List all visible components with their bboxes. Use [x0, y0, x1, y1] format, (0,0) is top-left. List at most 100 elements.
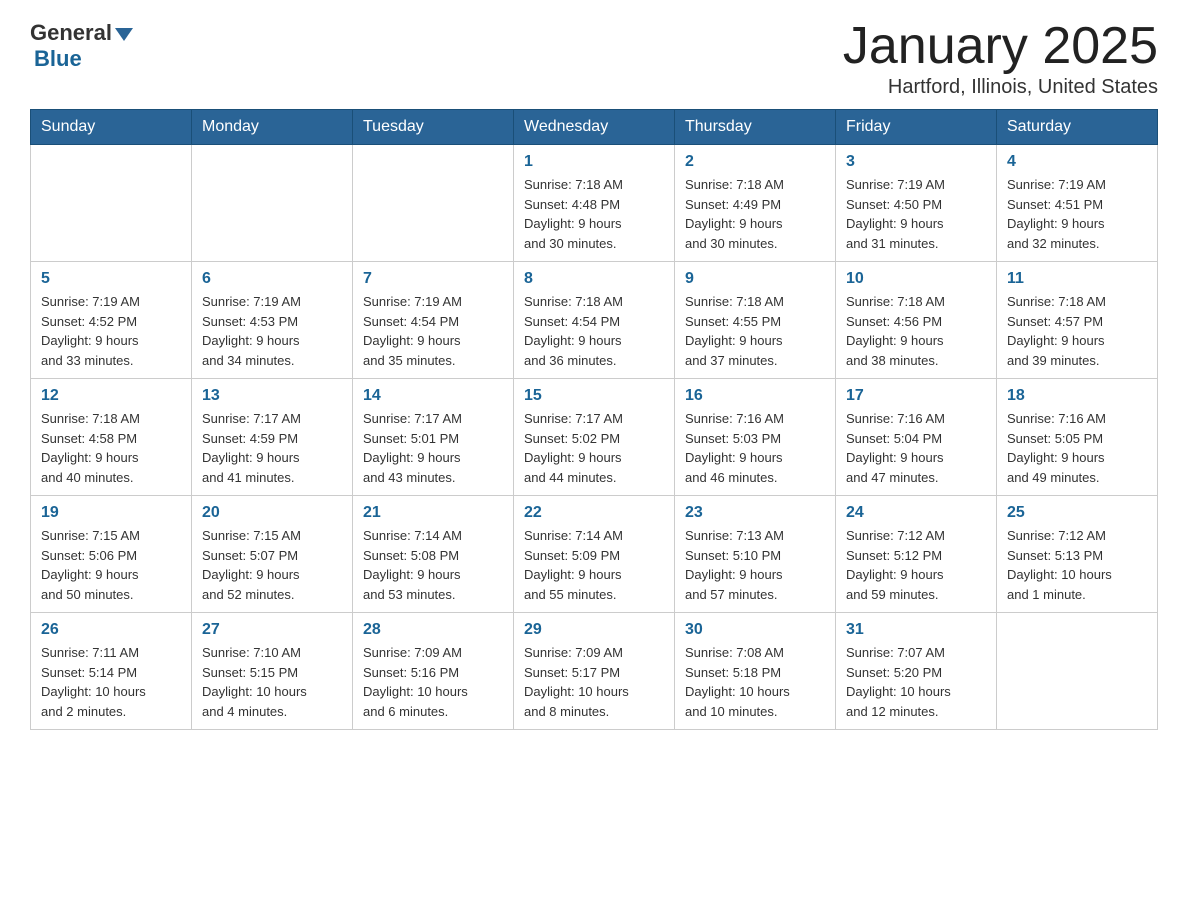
- day-number: 9: [685, 270, 825, 288]
- logo: General Blue: [30, 20, 133, 72]
- calendar-day-cell: 10 Sunrise: 7:18 AM Sunset: 4:56 PM Dayli…: [836, 262, 997, 379]
- calendar-day-cell: [192, 145, 353, 262]
- calendar-day-cell: 7 Sunrise: 7:19 AM Sunset: 4:54 PM Daylig…: [353, 262, 514, 379]
- day-info: Sunrise: 7:19 AM Sunset: 4:52 PM Dayligh…: [41, 292, 181, 370]
- calendar-day-cell: 2Sunrise: 7:18 AM Sunset: 4:49 PM Daylig…: [675, 145, 836, 262]
- calendar-day-cell: 24Sunrise: 7:12 AM Sunset: 5:12 PM Dayli…: [836, 496, 997, 613]
- day-number: 1: [524, 153, 664, 171]
- day-info: Sunrise: 7:13 AM Sunset: 5:10 PM Dayligh…: [685, 526, 825, 604]
- day-number: 15: [524, 387, 664, 405]
- day-info: Sunrise: 7:08 AM Sunset: 5:18 PM Dayligh…: [685, 643, 825, 721]
- day-number: 10: [846, 270, 986, 288]
- calendar-day-cell: [31, 145, 192, 262]
- calendar-day-header: Saturday: [997, 110, 1158, 145]
- title-block: January 2025 Hartford, Illinois, United …: [843, 20, 1158, 99]
- calendar-day-header: Wednesday: [514, 110, 675, 145]
- calendar-day-cell: 23Sunrise: 7:13 AM Sunset: 5:10 PM Dayli…: [675, 496, 836, 613]
- calendar-day-cell: 3Sunrise: 7:19 AM Sunset: 4:50 PM Daylig…: [836, 145, 997, 262]
- calendar-day-cell: 20Sunrise: 7:15 AM Sunset: 5:07 PM Dayli…: [192, 496, 353, 613]
- logo-blue-text: Blue: [34, 46, 82, 72]
- calendar-day-cell: 9 Sunrise: 7:18 AM Sunset: 4:55 PM Daylig…: [675, 262, 836, 379]
- calendar-week-row: 26 Sunrise: 7:11 AM Sunset: 5:14 PM Dayli…: [31, 613, 1158, 730]
- day-number: 6: [202, 270, 342, 288]
- calendar-day-cell: [997, 613, 1158, 730]
- day-info: Sunrise: 7:10 AM Sunset: 5:15 PM Dayligh…: [202, 643, 342, 721]
- day-number: 17: [846, 387, 986, 405]
- day-info: Sunrise: 7:16 AM Sunset: 5:05 PM Dayligh…: [1007, 409, 1147, 487]
- day-info: Sunrise: 7:18 AM Sunset: 4:48 PM Dayligh…: [524, 175, 664, 253]
- calendar-day-cell: 12 Sunrise: 7:18 AM Sunset: 4:58 PM Dayli…: [31, 379, 192, 496]
- calendar-day-cell: 27 Sunrise: 7:10 AM Sunset: 5:15 PM Dayli…: [192, 613, 353, 730]
- calendar-day-cell: 15Sunrise: 7:17 AM Sunset: 5:02 PM Dayli…: [514, 379, 675, 496]
- calendar-table: SundayMondayTuesdayWednesdayThursdayFrid…: [30, 109, 1158, 730]
- calendar-day-cell: 18Sunrise: 7:16 AM Sunset: 5:05 PM Dayli…: [997, 379, 1158, 496]
- calendar-week-row: 5 Sunrise: 7:19 AM Sunset: 4:52 PM Daylig…: [31, 262, 1158, 379]
- day-info: Sunrise: 7:15 AM Sunset: 5:07 PM Dayligh…: [202, 526, 342, 604]
- day-number: 8: [524, 270, 664, 288]
- calendar-day-header: Tuesday: [353, 110, 514, 145]
- day-number: 22: [524, 504, 664, 522]
- calendar-day-cell: 13Sunrise: 7:17 AM Sunset: 4:59 PM Dayli…: [192, 379, 353, 496]
- day-info: Sunrise: 7:12 AM Sunset: 5:12 PM Dayligh…: [846, 526, 986, 604]
- logo-triangle-icon: [115, 28, 133, 41]
- day-number: 16: [685, 387, 825, 405]
- calendar-day-cell: 5 Sunrise: 7:19 AM Sunset: 4:52 PM Daylig…: [31, 262, 192, 379]
- day-number: 7: [363, 270, 503, 288]
- day-number: 25: [1007, 504, 1147, 522]
- day-info: Sunrise: 7:16 AM Sunset: 5:03 PM Dayligh…: [685, 409, 825, 487]
- calendar-day-cell: 21Sunrise: 7:14 AM Sunset: 5:08 PM Dayli…: [353, 496, 514, 613]
- day-info: Sunrise: 7:12 AM Sunset: 5:13 PM Dayligh…: [1007, 526, 1147, 604]
- day-number: 14: [363, 387, 503, 405]
- calendar-day-cell: 28 Sunrise: 7:09 AM Sunset: 5:16 PM Dayli…: [353, 613, 514, 730]
- day-number: 3: [846, 153, 986, 171]
- day-number: 26: [41, 621, 181, 639]
- day-number: 29: [524, 621, 664, 639]
- day-number: 30: [685, 621, 825, 639]
- day-info: Sunrise: 7:18 AM Sunset: 4:58 PM Dayligh…: [41, 409, 181, 487]
- calendar-day-cell: 14 Sunrise: 7:17 AM Sunset: 5:01 PM Dayli…: [353, 379, 514, 496]
- day-number: 28: [363, 621, 503, 639]
- day-info: Sunrise: 7:19 AM Sunset: 4:54 PM Dayligh…: [363, 292, 503, 370]
- calendar-week-row: 1 Sunrise: 7:18 AM Sunset: 4:48 PM Daylig…: [31, 145, 1158, 262]
- calendar-day-cell: 25 Sunrise: 7:12 AM Sunset: 5:13 PM Dayli…: [997, 496, 1158, 613]
- day-number: 11: [1007, 270, 1147, 288]
- calendar-week-row: 19 Sunrise: 7:15 AM Sunset: 5:06 PM Dayli…: [31, 496, 1158, 613]
- day-number: 31: [846, 621, 986, 639]
- calendar-day-cell: 1 Sunrise: 7:18 AM Sunset: 4:48 PM Daylig…: [514, 145, 675, 262]
- day-info: Sunrise: 7:07 AM Sunset: 5:20 PM Dayligh…: [846, 643, 986, 721]
- calendar-day-header: Friday: [836, 110, 997, 145]
- day-info: Sunrise: 7:09 AM Sunset: 5:16 PM Dayligh…: [363, 643, 503, 721]
- day-number: 27: [202, 621, 342, 639]
- calendar-day-cell: 11 Sunrise: 7:18 AM Sunset: 4:57 PM Dayli…: [997, 262, 1158, 379]
- calendar-day-header: Sunday: [31, 110, 192, 145]
- calendar-day-cell: 8 Sunrise: 7:18 AM Sunset: 4:54 PM Daylig…: [514, 262, 675, 379]
- calendar-day-cell: 29Sunrise: 7:09 AM Sunset: 5:17 PM Dayli…: [514, 613, 675, 730]
- day-info: Sunrise: 7:15 AM Sunset: 5:06 PM Dayligh…: [41, 526, 181, 604]
- day-info: Sunrise: 7:16 AM Sunset: 5:04 PM Dayligh…: [846, 409, 986, 487]
- page-header: General Blue January 2025 Hartford, Illi…: [30, 20, 1158, 99]
- logo-general-text: General: [30, 20, 112, 46]
- day-info: Sunrise: 7:17 AM Sunset: 5:01 PM Dayligh…: [363, 409, 503, 487]
- calendar-day-cell: 4Sunrise: 7:19 AM Sunset: 4:51 PM Daylig…: [997, 145, 1158, 262]
- day-info: Sunrise: 7:18 AM Sunset: 4:49 PM Dayligh…: [685, 175, 825, 253]
- day-info: Sunrise: 7:18 AM Sunset: 4:56 PM Dayligh…: [846, 292, 986, 370]
- day-info: Sunrise: 7:19 AM Sunset: 4:53 PM Dayligh…: [202, 292, 342, 370]
- calendar-day-cell: 31 Sunrise: 7:07 AM Sunset: 5:20 PM Dayli…: [836, 613, 997, 730]
- calendar-week-row: 12 Sunrise: 7:18 AM Sunset: 4:58 PM Dayli…: [31, 379, 1158, 496]
- calendar-day-cell: 30 Sunrise: 7:08 AM Sunset: 5:18 PM Dayli…: [675, 613, 836, 730]
- day-info: Sunrise: 7:14 AM Sunset: 5:09 PM Dayligh…: [524, 526, 664, 604]
- day-info: Sunrise: 7:14 AM Sunset: 5:08 PM Dayligh…: [363, 526, 503, 604]
- calendar-day-cell: 6 Sunrise: 7:19 AM Sunset: 4:53 PM Daylig…: [192, 262, 353, 379]
- day-info: Sunrise: 7:11 AM Sunset: 5:14 PM Dayligh…: [41, 643, 181, 721]
- calendar-day-cell: 19 Sunrise: 7:15 AM Sunset: 5:06 PM Dayli…: [31, 496, 192, 613]
- calendar-day-cell: 17 Sunrise: 7:16 AM Sunset: 5:04 PM Dayli…: [836, 379, 997, 496]
- day-number: 5: [41, 270, 181, 288]
- day-info: Sunrise: 7:18 AM Sunset: 4:57 PM Dayligh…: [1007, 292, 1147, 370]
- day-info: Sunrise: 7:18 AM Sunset: 4:54 PM Dayligh…: [524, 292, 664, 370]
- day-info: Sunrise: 7:18 AM Sunset: 4:55 PM Dayligh…: [685, 292, 825, 370]
- day-number: 19: [41, 504, 181, 522]
- day-number: 12: [41, 387, 181, 405]
- day-number: 4: [1007, 153, 1147, 171]
- calendar-day-cell: 22 Sunrise: 7:14 AM Sunset: 5:09 PM Dayli…: [514, 496, 675, 613]
- day-number: 13: [202, 387, 342, 405]
